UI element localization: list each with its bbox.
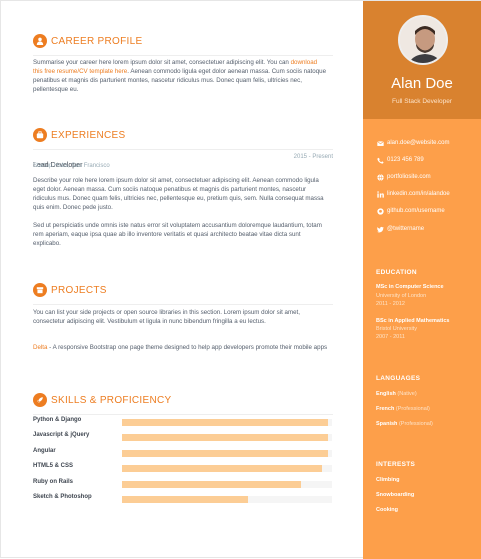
skill-row: HTML5 & CSS — [33, 463, 333, 473]
job-time: 2015 - Present — [293, 154, 333, 160]
job-company: Startup Hubs, San Francisco — [33, 163, 110, 169]
globe-icon — [376, 173, 384, 181]
briefcase-icon — [33, 128, 47, 142]
skill-row: Sketch & Photoshop — [33, 494, 333, 504]
main-column: CAREER PROFILE Summarise your career her… — [1, 1, 363, 559]
skill-bar-track — [122, 419, 332, 426]
skill-name: Javascript & jQuery — [33, 432, 90, 439]
divider — [33, 414, 333, 415]
archive-icon — [33, 283, 47, 297]
project-link[interactable]: Delta — [33, 344, 47, 351]
skill-bar-fill — [122, 449, 328, 457]
skill-bar-track — [122, 496, 332, 503]
education-years: 2007 - 2011 — [376, 334, 405, 340]
projects-intro: You can list your side projects or open … — [33, 309, 300, 325]
education-heading: EDUCATION — [376, 269, 417, 276]
sidebar: Alan Doe Full Stack Developer alan.doe@w… — [363, 1, 481, 559]
contact-text: github.com/username — [387, 208, 445, 214]
github-icon — [376, 207, 384, 215]
user-icon — [33, 34, 47, 48]
experiences-section: EXPERIENCES Lead Developer 2015 - Presen… — [33, 127, 333, 247]
interests-heading: INTERESTS — [376, 461, 416, 468]
job-description-extra: Sed ut perspiciatis unde omnis iste natu… — [33, 222, 322, 247]
skill-name: HTML5 & CSS — [33, 463, 74, 470]
language-item: English (Native) — [376, 391, 417, 397]
twitter-icon — [376, 225, 384, 233]
skill-bar-track — [122, 449, 332, 457]
contact-item[interactable]: linkedin.com/in/alandoe — [376, 189, 476, 199]
job-description: Describe your role here lorem ipsum dolo… — [33, 177, 324, 211]
section-title: CAREER PROFILE — [51, 35, 143, 47]
profile-tagline: Full Stack Developer — [392, 98, 452, 105]
projects-section: PROJECTS You can list your side projects… — [33, 282, 333, 351]
section-title: SKILLS & PROFICIENCY — [51, 394, 172, 406]
section-title: PROJECTS — [51, 284, 107, 296]
skill-name: Python & Django — [33, 417, 82, 423]
divider — [33, 149, 333, 150]
skill-name: Angular — [33, 447, 56, 454]
contact-item[interactable]: 0123 456 789 — [376, 155, 476, 165]
profile-name: Alan Doe — [391, 75, 453, 92]
skill-bar-track — [122, 434, 332, 442]
skill-bar-track — [122, 465, 332, 473]
skill-row: Ruby on Rails — [33, 479, 333, 489]
contact-text: @twittername — [387, 226, 425, 232]
rocket-icon — [33, 393, 47, 407]
skill-bar-fill — [122, 419, 328, 426]
education-degree: BSc in Applied Mathematics — [376, 318, 450, 324]
contact-item[interactable]: @twittername — [376, 224, 476, 234]
skill-row: Python & Django — [33, 417, 333, 427]
skill-name: Sketch & Photoshop — [33, 494, 92, 500]
languages-heading: LANGUAGES — [376, 375, 421, 382]
phone-icon — [376, 156, 384, 164]
skill-row: Angular — [33, 448, 333, 458]
education-school: University of London — [376, 293, 427, 299]
interest-item: Snowboarding — [376, 492, 415, 498]
education-years: 2011 - 2012 — [376, 301, 405, 307]
skill-bar-fill — [122, 434, 328, 442]
skill-bar-fill — [122, 465, 322, 473]
interest-item: Climbing — [376, 477, 400, 483]
skill-row: Javascript & jQuery — [33, 432, 333, 442]
divider — [33, 55, 333, 56]
education-school: Bristol University — [376, 326, 417, 332]
interest-item: Cooking — [376, 507, 398, 513]
education-degree: MSc in Computer Science — [376, 284, 444, 290]
linkedin-icon — [376, 190, 384, 198]
career-summary: Summarise your career here lorem ipsum d… — [33, 59, 327, 93]
language-item: Spanish (Professional) — [376, 421, 433, 427]
section-title: EXPERIENCES — [51, 129, 126, 141]
contact-text: portfoliosite.com — [387, 174, 431, 180]
avatar — [398, 15, 448, 65]
contact-item[interactable]: portfoliosite.com — [376, 172, 476, 182]
skill-name: Ruby on Rails — [33, 478, 74, 485]
contact-item[interactable]: alan.doe@website.com — [376, 138, 476, 148]
resume-page: CAREER PROFILE Summarise your career her… — [0, 0, 481, 559]
language-item: French (Professional) — [376, 406, 430, 412]
skill-bar-fill — [122, 496, 248, 503]
email-icon — [376, 139, 384, 147]
project-item: Delta - A responsive Bootstrap one page … — [33, 344, 328, 351]
contact-item[interactable]: github.com/username — [376, 206, 476, 216]
contact-text: linkedin.com/in/alandoe — [387, 191, 450, 197]
career-profile-section: CAREER PROFILE Summarise your career her… — [33, 33, 333, 93]
skill-bar-track — [122, 480, 332, 488]
contact-text: 0123 456 789 — [387, 157, 424, 163]
profile-header: Alan Doe Full Stack Developer — [363, 1, 481, 119]
skill-bar-fill — [122, 480, 301, 488]
contact-text: alan.doe@website.com — [387, 140, 450, 146]
divider — [33, 304, 333, 305]
skills-section: SKILLS & PROFICIENCY Python & Django Java… — [33, 392, 333, 503]
